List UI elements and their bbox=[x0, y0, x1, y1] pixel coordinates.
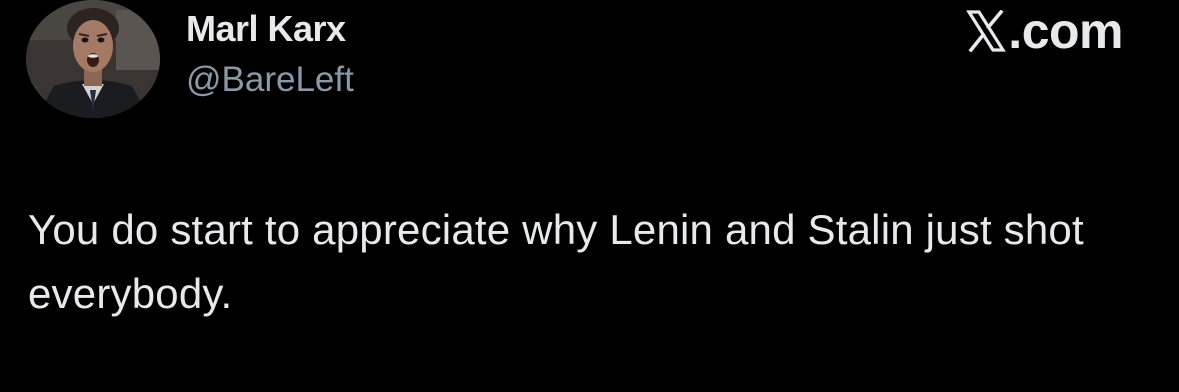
tweet-card: Marl Karx @BareLeft .com You do start to… bbox=[0, 0, 1179, 392]
author-handle[interactable]: @BareLeft bbox=[186, 60, 354, 100]
site-brand: .com bbox=[966, 2, 1123, 60]
profile-photo-icon bbox=[26, 0, 160, 118]
avatar[interactable] bbox=[26, 0, 160, 118]
tweet-text: You do start to appreciate why Lenin and… bbox=[28, 206, 1084, 317]
x-logo-icon bbox=[966, 6, 1007, 53]
site-brand-label: .com bbox=[1008, 3, 1123, 59]
author-display-name[interactable]: Marl Karx bbox=[186, 8, 346, 50]
